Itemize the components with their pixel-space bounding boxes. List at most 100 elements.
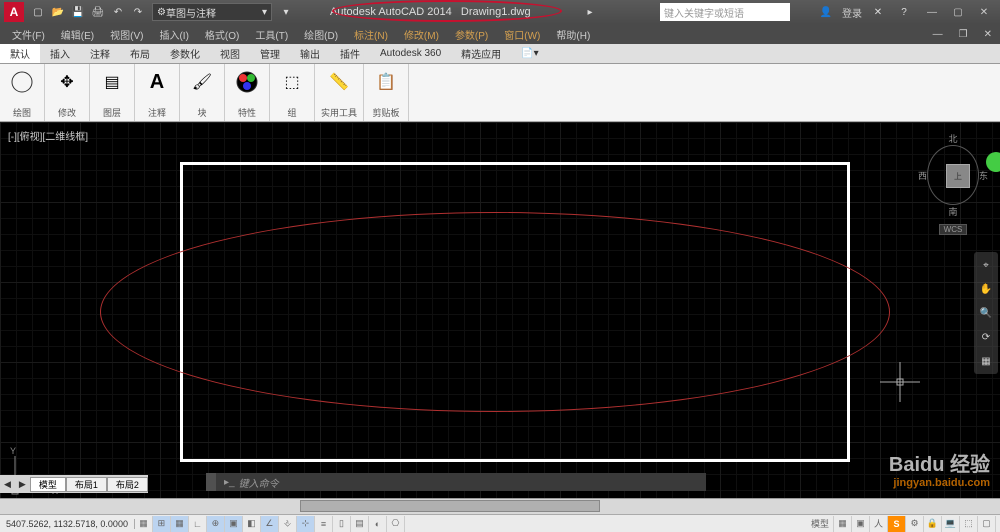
menu-view[interactable]: 视图(V) [102, 27, 151, 42]
sc-toggle[interactable]: ◐ [369, 516, 387, 532]
menu-modify[interactable]: 修改(M) [396, 27, 447, 42]
menu-insert[interactable]: 插入(I) [151, 27, 196, 42]
sb-s-icon[interactable]: S [888, 516, 906, 532]
autodesk-badge[interactable] [986, 152, 1000, 172]
open-icon[interactable]: 📂 [49, 3, 67, 21]
osnap-toggle[interactable]: ▣ [225, 516, 243, 532]
search-input[interactable]: 键入关键字或短语 [660, 3, 790, 21]
showmotion-icon[interactable]: ▦ [977, 352, 995, 370]
workspace-dropdown[interactable]: ⚙ 草图与注释 ▾ [152, 3, 272, 21]
viewcube[interactable]: 北 西 上 东 南 WCS [918, 132, 988, 222]
tab-view[interactable]: 视图 [210, 44, 250, 63]
layers-button[interactable]: ▤ [96, 66, 128, 98]
tab-output[interactable]: 输出 [290, 44, 330, 63]
help-icon[interactable]: ? [895, 3, 913, 21]
qp-toggle[interactable]: ▤ [351, 516, 369, 532]
exchange-icon[interactable]: ✕ [869, 3, 887, 21]
menu-file[interactable]: 文件(F) [4, 27, 53, 42]
tab-layout1[interactable]: 布局1 [66, 477, 107, 492]
sb-iso-icon[interactable]: ⬚ [960, 516, 978, 532]
undo-icon[interactable]: ↶ [109, 3, 127, 21]
drawing-canvas[interactable]: [-][俯视][二维线框] YX 北 西 上 东 南 WCS ⌖ ✋ 🔍 ⟳ ▦… [0, 122, 1000, 529]
tab-insert[interactable]: 插入 [40, 44, 80, 63]
ribbon-collapse-icon[interactable]: 📄▾ [511, 46, 548, 61]
orbit-icon[interactable]: ⟳ [977, 328, 995, 346]
lwt-toggle[interactable]: ≡ [315, 516, 333, 532]
tab-layout[interactable]: 布局 [120, 44, 160, 63]
otrack-toggle[interactable]: ∠ [261, 516, 279, 532]
viewport-label[interactable]: [-][俯视][二维线框] [8, 128, 88, 143]
tab-a360[interactable]: Autodesk 360 [370, 46, 451, 61]
tab-featured[interactable]: 精选应用 [451, 44, 511, 63]
group-button[interactable]: ⬚ [276, 66, 308, 98]
layout-prev-icon[interactable]: ◀ [0, 479, 15, 490]
print-icon[interactable]: 🖨 [89, 3, 107, 21]
sb-lock-icon[interactable]: 🔒 [924, 516, 942, 532]
measure-button[interactable]: 📏 [323, 66, 355, 98]
title-dropdown-icon[interactable]: ▸ [581, 3, 599, 21]
grid-toggle[interactable]: ▦ [171, 516, 189, 532]
dyn-toggle[interactable]: ⊹ [297, 516, 315, 532]
sb-grid-icon[interactable]: ▦ [834, 516, 852, 532]
3dosnap-toggle[interactable]: ◧ [243, 516, 261, 532]
properties-button[interactable] [231, 66, 263, 98]
tab-model[interactable]: 模型 [30, 477, 66, 492]
coords-display[interactable]: 5407.5262, 1132.5718, 0.0000 [0, 519, 135, 529]
layout-next-icon[interactable]: ▶ [15, 479, 30, 490]
am-toggle[interactable]: ⎔ [387, 516, 405, 532]
viewcube-compass[interactable]: 上 [927, 145, 979, 205]
menu-tools[interactable]: 工具(T) [247, 27, 296, 42]
sb-annoscale-icon[interactable]: 人 [870, 516, 888, 532]
sb-qv-icon[interactable]: ▣ [852, 516, 870, 532]
cmd-handle[interactable] [206, 473, 216, 491]
login-label[interactable]: 登录 [842, 5, 862, 20]
block-button[interactable]: 🖌 [186, 66, 218, 98]
menu-dimension[interactable]: 标注(N) [346, 27, 396, 42]
maximize-button[interactable]: ▢ [946, 3, 970, 21]
new-icon[interactable]: ▢ [29, 3, 47, 21]
ortho-toggle[interactable]: ∟ [189, 516, 207, 532]
polar-toggle[interactable]: ⊕ [207, 516, 225, 532]
sb-hw-icon[interactable]: 💻 [942, 516, 960, 532]
qat-more-icon[interactable]: ▾ [277, 3, 295, 21]
doc-minimize-button[interactable]: — [925, 29, 951, 40]
snap-toggle[interactable]: ⊞ [153, 516, 171, 532]
scrollbar-thumb[interactable] [300, 500, 600, 512]
tpy-toggle[interactable]: ▯ [333, 516, 351, 532]
menu-window[interactable]: 窗口(W) [496, 27, 548, 42]
menu-edit[interactable]: 编辑(E) [53, 27, 102, 42]
zoom-icon[interactable]: 🔍 [977, 304, 995, 322]
draw-button[interactable] [6, 66, 38, 98]
signin-icon[interactable]: 👤 [817, 3, 835, 21]
menu-format[interactable]: 格式(O) [197, 27, 247, 42]
infer-toggle[interactable]: ▦ [135, 516, 153, 532]
doc-close-button[interactable]: ✕ [976, 29, 1000, 40]
tab-default[interactable]: 默认 [0, 44, 40, 63]
menu-draw[interactable]: 绘图(D) [296, 27, 346, 42]
minimize-button[interactable]: — [920, 3, 944, 21]
tab-manage[interactable]: 管理 [250, 44, 290, 63]
doc-restore-button[interactable]: ❐ [951, 29, 976, 40]
paste-button[interactable]: 📋 [370, 66, 402, 98]
menu-help[interactable]: 帮助(H) [548, 27, 598, 42]
pan-icon[interactable]: ✋ [977, 280, 995, 298]
scrollbar-horizontal[interactable] [0, 498, 1000, 514]
sb-clean-icon[interactable]: ▢ [978, 516, 996, 532]
text-button[interactable]: A [141, 66, 173, 98]
tab-parametric[interactable]: 参数化 [160, 44, 210, 63]
tab-plugins[interactable]: 插件 [330, 44, 370, 63]
save-icon[interactable]: 💾 [69, 3, 87, 21]
menu-param[interactable]: 参数(P) [447, 27, 496, 42]
close-button[interactable]: ✕ [972, 3, 996, 21]
tab-layout2[interactable]: 布局2 [107, 477, 148, 492]
modelspace-button[interactable]: 模型 [807, 516, 834, 532]
drawing-ellipse[interactable] [100, 212, 890, 412]
viewcube-face[interactable]: 上 [946, 164, 970, 188]
sb-ws-icon[interactable]: ⚙ [906, 516, 924, 532]
fullnav-icon[interactable]: ⌖ [977, 256, 995, 274]
redo-icon[interactable]: ↷ [129, 3, 147, 21]
modify-button[interactable]: ✥ [51, 66, 83, 98]
tab-annotate[interactable]: 注释 [80, 44, 120, 63]
app-icon[interactable]: A [4, 2, 24, 22]
wcs-badge[interactable]: WCS [939, 224, 967, 235]
